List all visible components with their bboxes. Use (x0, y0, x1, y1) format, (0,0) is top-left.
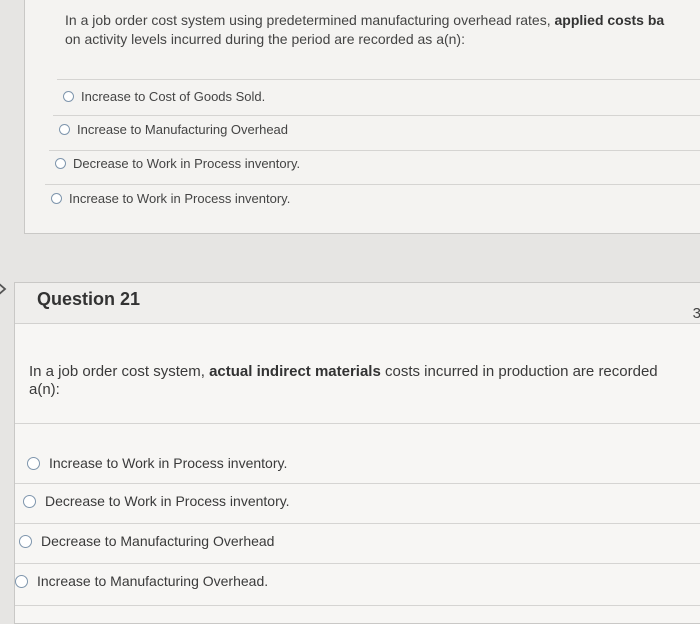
radio-button[interactable] (27, 456, 40, 470)
question-header: Question 21 3 (15, 283, 700, 324)
option-label: Increase to Cost of Goods Sold. (81, 89, 266, 104)
divider (15, 423, 700, 424)
option-label: Decrease to Manufacturing Overhead (41, 533, 275, 549)
prompt-text-cont: on activity levels incurred during the p… (65, 31, 465, 47)
q21-option-3[interactable]: Decrease to Manufacturing Overhead (19, 533, 274, 549)
option-label: Increase to Manufacturing Overhead. (37, 573, 269, 589)
prompt-text-end: a(n): (29, 381, 60, 398)
radio-button[interactable] (51, 193, 62, 204)
divider (57, 79, 700, 80)
q21-option-2[interactable]: Decrease to Work in Process inventory. (23, 493, 290, 509)
q21-option-4[interactable]: Increase to Manufacturing Overhead. (15, 573, 268, 589)
prompt-text: In a job order cost system using predete… (65, 12, 555, 28)
prompt-bold-text: applied costs ba (554, 12, 665, 28)
divider (15, 523, 700, 524)
option-label: Increase to Work in Process inventory. (49, 455, 288, 471)
option-label: Decrease to Work in Process inventory. (45, 493, 290, 509)
radio-button[interactable] (55, 158, 66, 169)
option-label: Increase to Manufacturing Overhead (77, 122, 289, 137)
prompt-bold-text: actual indirect materials (209, 363, 381, 380)
divider (15, 605, 700, 606)
question-21-card: Question 21 3 In a job order cost system… (14, 282, 700, 624)
divider (53, 115, 700, 116)
radio-button[interactable] (63, 91, 74, 102)
prompt-text: In a job order cost system, (29, 363, 210, 380)
radio-button[interactable] (19, 534, 32, 548)
question-points: 3 (692, 305, 700, 322)
chevron-right-icon[interactable] (0, 282, 10, 296)
divider (45, 184, 700, 185)
radio-button[interactable] (59, 124, 70, 135)
question-20-card: In a job order cost system using predete… (24, 0, 700, 234)
radio-button[interactable] (15, 574, 28, 588)
q20-option-1[interactable]: Increase to Cost of Goods Sold. (63, 89, 265, 104)
divider (15, 563, 700, 564)
radio-button[interactable] (23, 494, 36, 508)
q20-option-4[interactable]: Increase to Work in Process inventory. (51, 191, 290, 206)
q21-option-1[interactable]: Increase to Work in Process inventory. (27, 455, 287, 471)
question-20-prompt: In a job order cost system using predete… (65, 11, 700, 49)
option-label: Increase to Work in Process inventory. (69, 191, 291, 206)
question-21-prompt: In a job order cost system, actual indir… (29, 363, 700, 399)
divider (15, 483, 700, 484)
divider (49, 150, 700, 151)
q20-option-3[interactable]: Decrease to Work in Process inventory. (55, 156, 300, 171)
prompt-text-cont: costs incurred in production are recorde… (380, 363, 658, 380)
option-label: Decrease to Work in Process inventory. (73, 156, 301, 171)
question-title: Question 21 (37, 289, 141, 309)
q20-option-2[interactable]: Increase to Manufacturing Overhead (59, 122, 288, 137)
